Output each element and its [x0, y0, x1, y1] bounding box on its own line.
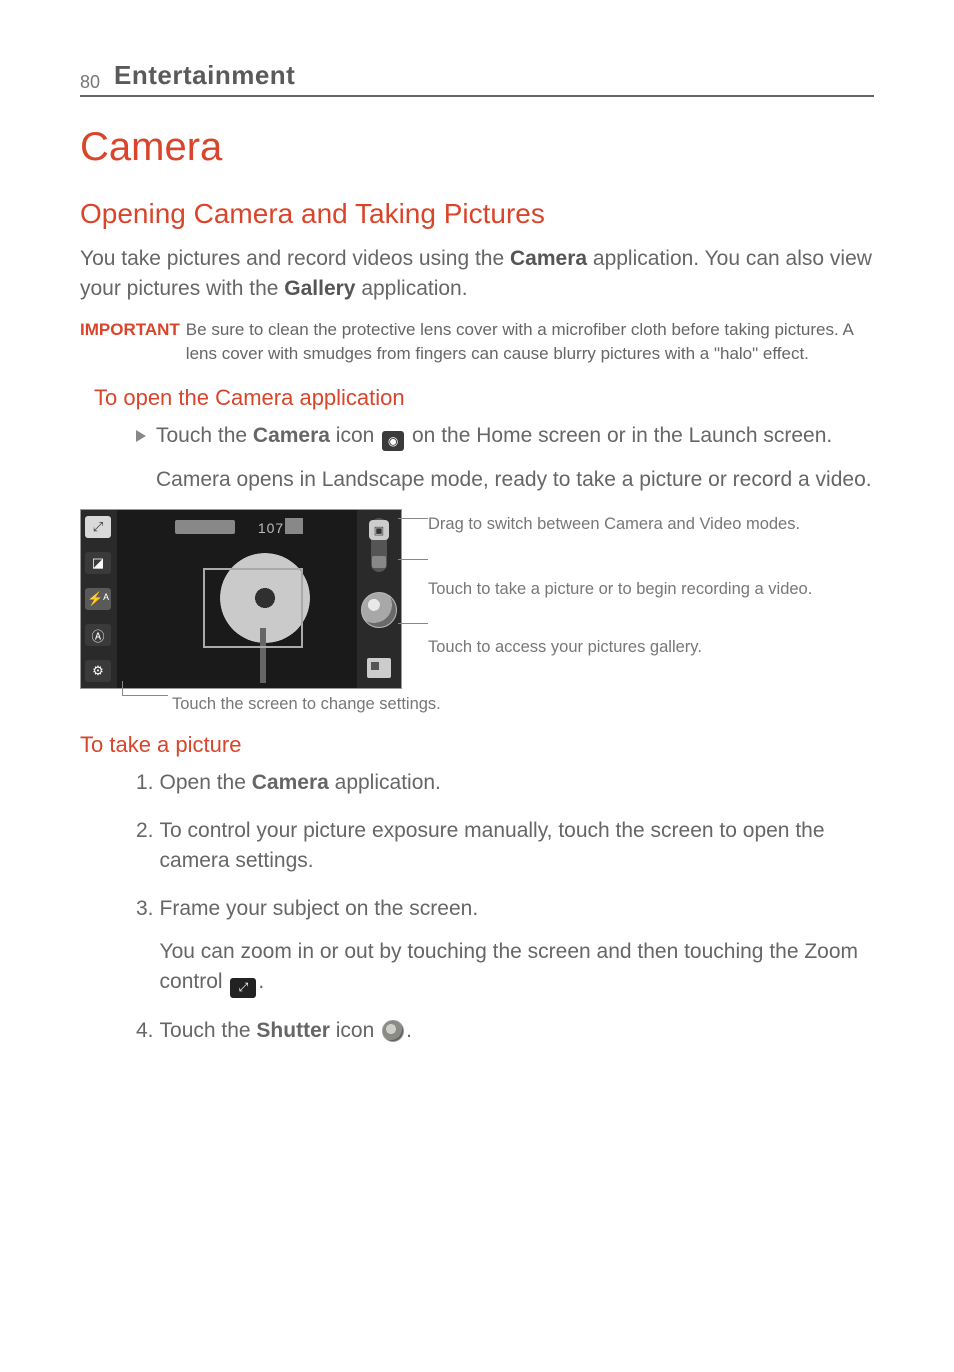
step-text: To control your picture exposure manuall…	[160, 816, 874, 876]
step-text: Open the Camera application.	[160, 768, 874, 798]
text: application.	[355, 277, 467, 300]
callout-text: Touch to take a picture or to begin reco…	[428, 580, 812, 598]
gallery-thumbnail-button[interactable]	[367, 658, 391, 678]
leader-line	[398, 518, 428, 519]
triangle-bullet-icon	[136, 430, 146, 442]
callout-mode-switch: Drag to switch between Camera and Video …	[428, 509, 874, 535]
page-number: 80	[80, 72, 100, 93]
exposure-icon[interactable]: ◪	[85, 552, 111, 574]
app-name-camera: Camera	[253, 424, 330, 447]
leader-line	[398, 559, 428, 560]
leader-line	[122, 681, 123, 695]
app-name-camera: Camera	[252, 771, 329, 794]
figure-callouts: Drag to switch between Camera and Video …	[402, 509, 874, 672]
app-name-gallery: Gallery	[284, 277, 355, 300]
section-heading-camera: Camera	[80, 125, 874, 170]
step-3: 3. Frame your subject on the screen. You…	[136, 894, 874, 998]
text: application.	[329, 771, 441, 794]
step-number: 4.	[136, 1016, 154, 1046]
shutter-label: Shutter	[256, 1019, 330, 1042]
step-number: 3.	[136, 894, 154, 998]
text: Touch the	[156, 424, 253, 447]
storage-indicator-icon	[175, 520, 235, 534]
callout-text: Drag to switch between Camera and Video …	[428, 515, 800, 533]
camera-figure-row: ⤢ ◪ ⚡ᴬ Ⓐ ⚙ 1073 ▣	[80, 509, 874, 689]
zoom-toggle-icon[interactable]: ⤢	[85, 516, 111, 538]
figure-caption-below: Touch the screen to change settings.	[172, 695, 874, 714]
step-2: 2. To control your picture exposure manu…	[136, 816, 874, 876]
settings-gear-icon[interactable]: ⚙	[85, 660, 111, 682]
text: .	[406, 1019, 412, 1042]
bullet-text: Touch the Camera icon ◉ on the Home scre…	[156, 421, 872, 495]
mode-switch-video-icon	[372, 556, 386, 568]
step-1: 1. Open the Camera application.	[136, 768, 874, 798]
leader-line	[122, 695, 168, 696]
important-note: IMPORTANT Be sure to clean the protectiv…	[80, 318, 874, 367]
callout-shutter: Touch to take a picture or to begin reco…	[428, 550, 874, 600]
focus-rectangle	[203, 568, 303, 648]
chapter-title: Entertainment	[114, 60, 295, 91]
camera-right-toolbar: ▣	[357, 510, 401, 688]
step-text: Frame your subject on the screen. You ca…	[160, 894, 874, 998]
callout-text: Touch to access your pictures gallery.	[428, 638, 702, 656]
camera-viewfinder-figure: ⤢ ◪ ⚡ᴬ Ⓐ ⚙ 1073 ▣	[80, 509, 402, 689]
text: Touch the	[160, 1019, 257, 1042]
bullet-open-camera: Touch the Camera icon ◉ on the Home scre…	[136, 421, 874, 495]
step-text: Touch the Shutter icon .	[160, 1016, 874, 1046]
subheading-open-camera-app: To open the Camera application	[94, 385, 874, 411]
text: Open the	[160, 771, 252, 794]
gps-badge-icon	[285, 518, 303, 534]
flash-auto-icon[interactable]: ⚡ᴬ	[85, 588, 111, 610]
page-header: 80 Entertainment	[80, 60, 874, 97]
text: icon	[330, 424, 380, 447]
text: .	[258, 970, 264, 993]
mode-switch[interactable]: ▣	[371, 518, 387, 572]
subheading-opening-camera: Opening Camera and Taking Pictures	[80, 198, 874, 230]
viewfinder-area[interactable]: 1073	[125, 518, 353, 680]
text: You take pictures and record videos usin…	[80, 247, 510, 270]
app-name-camera: Camera	[510, 247, 587, 270]
important-text: Be sure to clean the protective lens cov…	[186, 318, 874, 367]
step-3-sub: You can zoom in or out by touching the s…	[160, 937, 874, 997]
intro-paragraph: You take pictures and record videos usin…	[80, 244, 874, 304]
text: You can zoom in or out by touching the s…	[160, 940, 859, 993]
shutter-icon	[382, 1020, 404, 1042]
white-balance-icon[interactable]: Ⓐ	[85, 624, 111, 646]
camera-left-toolbar: ⤢ ◪ ⚡ᴬ Ⓐ ⚙	[81, 510, 117, 688]
leader-line	[398, 623, 428, 624]
subheading-take-picture: To take a picture	[80, 732, 874, 758]
zoom-control-icon: ⤢	[230, 978, 256, 998]
shutter-button[interactable]	[361, 592, 397, 628]
page: 80 Entertainment Camera Opening Camera a…	[0, 0, 954, 1104]
mode-switch-camera-icon: ▣	[369, 520, 389, 540]
step-number: 1.	[136, 768, 154, 798]
numbered-steps: 1. Open the Camera application. 2. To co…	[136, 768, 874, 1045]
continuation-text: Camera opens in Landscape mode, ready to…	[156, 465, 872, 495]
callout-gallery: Touch to access your pictures gallery.	[428, 614, 874, 658]
caption-text: Touch the screen to change settings.	[172, 695, 441, 713]
text: on the Home screen or in the Launch scre…	[406, 424, 832, 447]
text: icon	[330, 1019, 380, 1042]
text: Frame your subject on the screen.	[160, 897, 479, 920]
camera-app-icon: ◉	[382, 431, 404, 451]
step-number: 2.	[136, 816, 154, 876]
important-label: IMPORTANT	[80, 318, 180, 367]
step-4: 4. Touch the Shutter icon .	[136, 1016, 874, 1046]
